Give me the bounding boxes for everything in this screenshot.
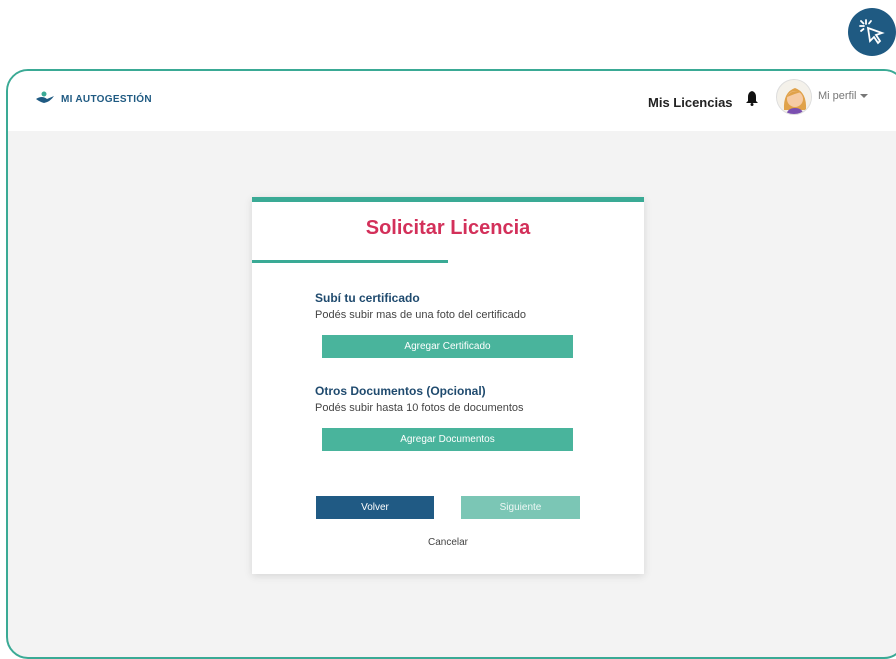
- license-request-card: Solicitar Licencia Subí tu certificado P…: [252, 197, 644, 574]
- click-cursor-badge: [848, 8, 896, 56]
- bell-icon[interactable]: [745, 90, 759, 111]
- profile-menu[interactable]: Mi perfil: [818, 90, 868, 102]
- click-cursor-icon: [859, 19, 885, 45]
- documents-section-title: Otros Documentos (Opcional): [315, 384, 486, 398]
- brand-name: MI AUTOGESTIÓN: [61, 93, 152, 105]
- next-button[interactable]: Siguiente: [461, 496, 580, 519]
- certificate-section-title: Subí tu certificado: [315, 291, 420, 305]
- caret-down-icon: [859, 94, 868, 98]
- logo-mark-icon: [36, 91, 54, 103]
- mis-licencias-link[interactable]: Mis Licencias: [648, 95, 733, 110]
- documents-section-subtitle: Podés subir hasta 10 fotos de documentos: [315, 402, 524, 414]
- app-window: MI AUTOGESTIÓN Mis Licencias Mi perfil S…: [6, 69, 896, 659]
- add-documents-button[interactable]: Agregar Documentos: [322, 428, 573, 451]
- back-button[interactable]: Volver: [316, 496, 434, 519]
- card-title: Solicitar Licencia: [365, 217, 531, 239]
- certificate-section-subtitle: Podés subir mas de una foto del certific…: [315, 309, 526, 321]
- add-certificate-button[interactable]: Agregar Certificado: [322, 335, 573, 358]
- cancel-link[interactable]: Cancelar: [252, 537, 644, 548]
- profile-label: Mi perfil: [818, 90, 857, 102]
- top-navbar: MI AUTOGESTIÓN Mis Licencias Mi perfil: [8, 71, 896, 131]
- title-underline: [252, 260, 448, 263]
- brand-logo[interactable]: MI AUTOGESTIÓN: [35, 91, 152, 107]
- avatar[interactable]: [776, 79, 812, 115]
